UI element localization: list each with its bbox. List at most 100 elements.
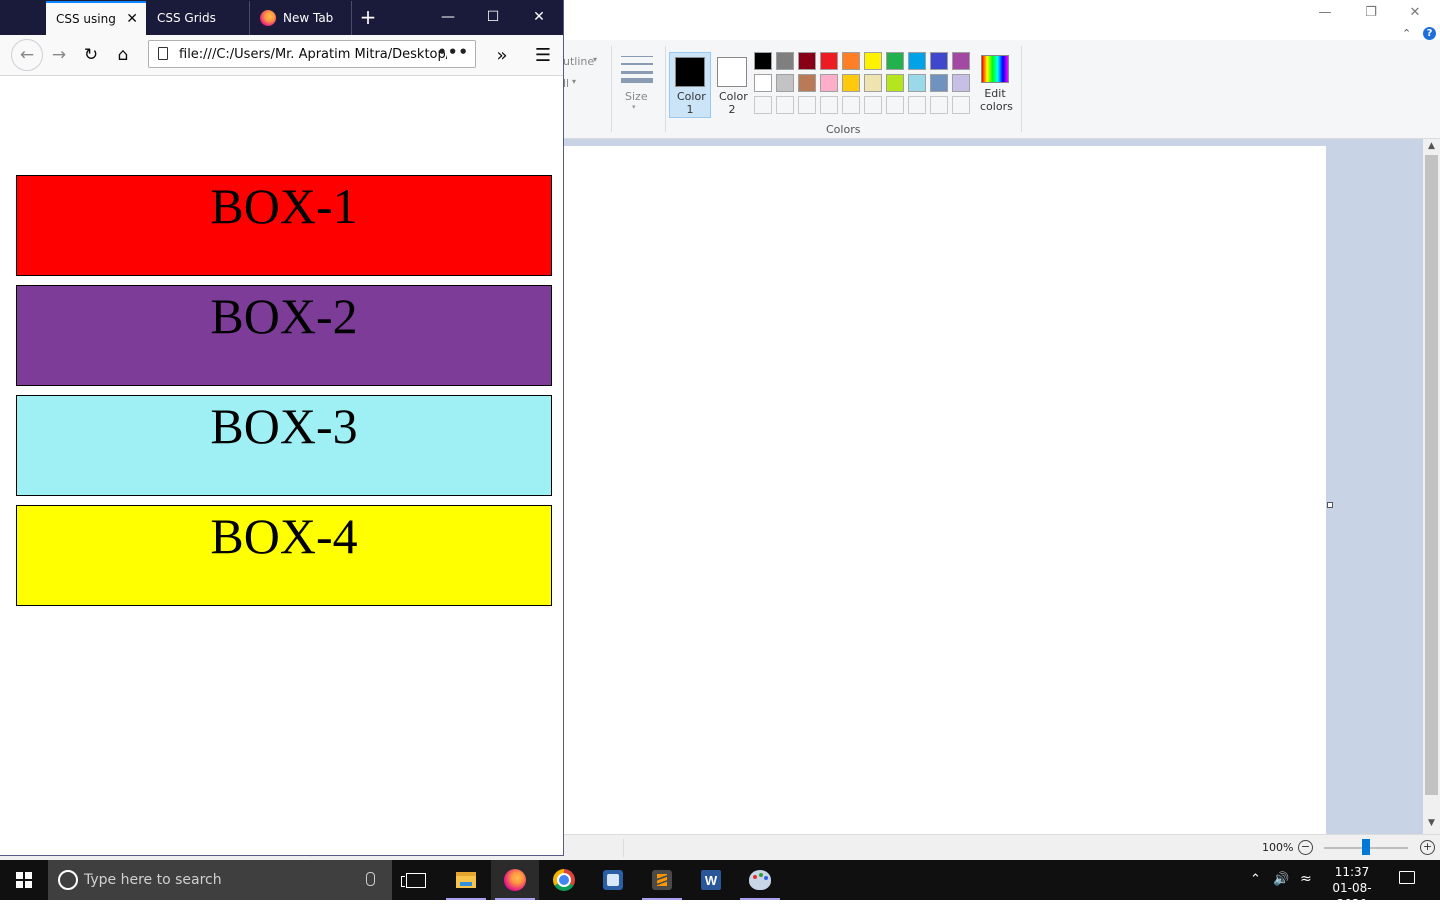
palette-swatch[interactable] xyxy=(754,96,772,114)
palette-swatch[interactable] xyxy=(776,96,794,114)
search-placeholder: Type here to search xyxy=(84,872,222,888)
scroll-down-icon[interactable]: ▼ xyxy=(1423,818,1440,832)
reload-button[interactable]: ↻ xyxy=(77,41,105,69)
palette-swatch[interactable] xyxy=(908,52,926,70)
edit-colors-button[interactable]: Edit colors xyxy=(975,52,1015,113)
url-text[interactable]: file:///C:/Users/Mr. Apratim Mitra/Deskt… xyxy=(179,47,447,62)
palette-swatch[interactable] xyxy=(886,52,904,70)
color2-button[interactable]: Color 2 xyxy=(711,52,753,118)
page-actions-icon[interactable]: ••• xyxy=(437,43,469,61)
paint-minimize-button[interactable]: — xyxy=(1302,0,1348,24)
folder-icon xyxy=(456,872,476,888)
palette-swatch[interactable] xyxy=(754,74,772,92)
canvas-resize-handle[interactable] xyxy=(1327,502,1333,508)
palette-swatch[interactable] xyxy=(798,96,816,114)
word-taskbar-button[interactable]: W xyxy=(687,860,735,900)
size-line-icon xyxy=(621,78,653,83)
home-button[interactable]: ⌂ xyxy=(109,41,137,69)
sublime-taskbar-button[interactable] xyxy=(638,860,686,900)
fill-chevron-down-icon: ▾ xyxy=(572,77,577,86)
zoom-in-button[interactable]: + xyxy=(1420,840,1435,855)
taskbar-search[interactable]: Type here to search xyxy=(48,860,392,900)
palette-swatch[interactable] xyxy=(820,52,838,70)
palette-swatch[interactable] xyxy=(930,52,948,70)
palette-swatch[interactable] xyxy=(798,52,816,70)
color1-button[interactable]: Color 1 xyxy=(669,52,711,118)
tab-css-using[interactable]: CSS using m ✕ xyxy=(46,1,146,35)
microphone-icon[interactable] xyxy=(366,872,375,886)
fill-dropdown[interactable]: ll xyxy=(563,77,569,90)
paint-restore-button[interactable]: ❐ xyxy=(1348,0,1394,24)
firefox-minimize-button[interactable]: — xyxy=(425,0,471,34)
clock[interactable]: 11:37 01-08-2020 xyxy=(1320,864,1384,912)
paint-icon xyxy=(749,870,771,890)
palette-swatch[interactable] xyxy=(842,52,860,70)
palette-swatch[interactable] xyxy=(952,74,970,92)
palette-swatch[interactable] xyxy=(952,52,970,70)
tab-css-grids[interactable]: CSS Grids xyxy=(147,1,250,35)
palette-swatch[interactable] xyxy=(864,74,882,92)
palette-swatch[interactable] xyxy=(930,74,948,92)
tab-new-tab[interactable]: New Tab xyxy=(250,1,352,35)
wifi-icon[interactable]: ≈ xyxy=(1300,871,1312,887)
start-button[interactable] xyxy=(0,860,48,900)
rainbow-icon xyxy=(981,55,1009,83)
firefox-maximize-button[interactable]: ☐ xyxy=(470,0,516,34)
palette-swatch[interactable] xyxy=(798,74,816,92)
palette-swatch[interactable] xyxy=(908,74,926,92)
palette-swatch[interactable] xyxy=(864,96,882,114)
color1-swatch xyxy=(675,57,705,87)
speaker-icon[interactable]: 🔊 xyxy=(1273,872,1289,887)
palette-swatch[interactable] xyxy=(886,96,904,114)
taskbar: Type here to search W ⌃ 🔊 ≈ 11:37 01-08-… xyxy=(0,860,1440,911)
cortana-icon xyxy=(58,870,78,890)
size-button[interactable]: Size ▾ xyxy=(614,50,660,120)
palette-swatch[interactable] xyxy=(864,52,882,70)
palette-swatch[interactable] xyxy=(952,96,970,114)
url-bar[interactable]: file:///C:/Users/Mr. Apratim Mitra/Deskt… xyxy=(148,40,476,68)
palette-swatch[interactable] xyxy=(754,52,772,70)
task-view-icon xyxy=(401,872,426,888)
word-icon: W xyxy=(701,870,721,890)
box-2: BOX-2 xyxy=(16,285,552,386)
file-explorer-button[interactable] xyxy=(442,860,490,900)
paint-taskbar-button[interactable] xyxy=(736,860,784,900)
palette-swatch[interactable] xyxy=(930,96,948,114)
firefox-taskbar-button[interactable] xyxy=(491,860,539,900)
palette-swatch[interactable] xyxy=(842,96,860,114)
new-tab-button[interactable]: + xyxy=(356,4,380,30)
paint-close-button[interactable]: ✕ xyxy=(1392,0,1438,24)
ribbon-collapse-icon[interactable]: ⌃ xyxy=(1402,27,1411,40)
task-view-button[interactable] xyxy=(392,860,440,900)
zoom-slider-thumb[interactable] xyxy=(1362,839,1370,855)
palette-swatch[interactable] xyxy=(842,74,860,92)
back-button[interactable]: ← xyxy=(11,39,43,71)
palette-swatch[interactable] xyxy=(776,52,794,70)
palette-swatch[interactable] xyxy=(886,74,904,92)
palette-swatch[interactable] xyxy=(776,74,794,92)
zoom-out-button[interactable]: − xyxy=(1298,840,1313,855)
clock-time: 11:37 xyxy=(1334,865,1370,879)
chevron-up-icon[interactable]: ⌃ xyxy=(1250,872,1261,887)
palette-swatch[interactable] xyxy=(908,96,926,114)
size-chevron-down-icon: ▾ xyxy=(632,103,636,111)
ribbon-divider xyxy=(665,46,666,132)
paint-vertical-scrollbar[interactable]: ▲ ▼ xyxy=(1423,139,1440,834)
chrome-taskbar-button[interactable] xyxy=(540,860,588,900)
zoom-level: 100% xyxy=(1262,841,1294,854)
hamburger-menu-button[interactable]: ☰ xyxy=(529,41,557,69)
paint3d-taskbar-button[interactable] xyxy=(589,860,637,900)
overflow-menu-button[interactable]: » xyxy=(488,41,516,69)
clock-date: 01-08-2020 xyxy=(1332,881,1372,911)
box-3: BOX-3 xyxy=(16,395,552,496)
palette-swatch[interactable] xyxy=(820,96,838,114)
notification-icon[interactable] xyxy=(1399,871,1415,884)
help-icon[interactable]: ? xyxy=(1423,27,1436,40)
forward-button[interactable]: → xyxy=(45,41,73,69)
outline-dropdown[interactable]: utline xyxy=(563,55,594,68)
scrollbar-thumb[interactable] xyxy=(1425,155,1438,795)
firefox-close-button[interactable]: ✕ xyxy=(516,0,562,34)
scroll-up-icon[interactable]: ▲ xyxy=(1423,141,1440,155)
tab-close-icon[interactable]: ✕ xyxy=(126,11,138,27)
palette-swatch[interactable] xyxy=(820,74,838,92)
